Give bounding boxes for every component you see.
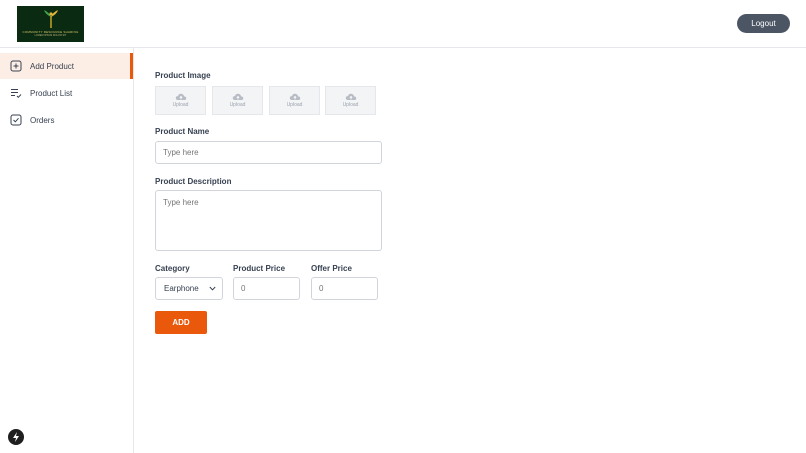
upload-text: Upload — [229, 102, 246, 108]
offer-price-input[interactable] — [311, 277, 378, 300]
upload-slot-2[interactable]: Upload — [212, 86, 263, 115]
checkbox-icon — [10, 114, 22, 126]
sidebar-item-add-product[interactable]: Add Product — [0, 53, 133, 79]
sidebar: Add Product Product List Orders — [0, 48, 134, 453]
product-price-input[interactable] — [233, 277, 300, 300]
logout-button[interactable]: Logout — [737, 14, 790, 33]
sidebar-item-label: Product List — [30, 88, 73, 98]
upload-text: Upload — [172, 102, 189, 108]
upload-slot-4[interactable]: Upload — [325, 86, 376, 115]
cloud-upload-icon — [345, 93, 356, 100]
product-description-textarea[interactable] — [155, 190, 382, 251]
offer-price-label: Offer Price — [311, 264, 352, 273]
cloud-upload-icon — [232, 93, 243, 100]
category-select[interactable]: Earphone — [155, 277, 223, 300]
upload-slot-1[interactable]: Upload — [155, 86, 206, 115]
product-name-input[interactable] — [155, 141, 382, 164]
product-price-label: Product Price — [233, 264, 286, 273]
product-description-label: Product Description — [155, 177, 232, 186]
upload-text: Upload — [286, 102, 303, 108]
sidebar-item-product-list[interactable]: Product List — [0, 80, 133, 106]
chevron-down-icon — [209, 286, 216, 291]
list-check-icon — [10, 87, 22, 99]
logo-figure-icon — [43, 10, 58, 28]
top-header: COMMUNITY RESOURCE SHARING LOREM IPSUM D… — [0, 0, 806, 48]
category-label: Category — [155, 264, 190, 273]
product-image-label: Product Image — [155, 71, 211, 80]
sidebar-item-label: Orders — [30, 115, 55, 125]
upload-slot-3[interactable]: Upload — [269, 86, 320, 115]
logo-subtext: LOREM IPSUM DOLOR SIT — [34, 34, 67, 37]
brand-logo[interactable]: COMMUNITY RESOURCE SHARING LOREM IPSUM D… — [17, 6, 84, 42]
add-square-icon — [10, 60, 22, 72]
category-selected-value: Earphone — [164, 284, 199, 293]
upload-text: Upload — [342, 102, 359, 108]
sidebar-item-label: Add Product — [30, 61, 75, 71]
cloud-upload-icon — [175, 93, 186, 100]
add-button[interactable]: ADD — [155, 311, 207, 334]
sidebar-item-orders[interactable]: Orders — [0, 107, 133, 133]
bolt-icon[interactable] — [8, 429, 24, 445]
product-name-label: Product Name — [155, 127, 210, 136]
cloud-upload-icon — [289, 93, 300, 100]
